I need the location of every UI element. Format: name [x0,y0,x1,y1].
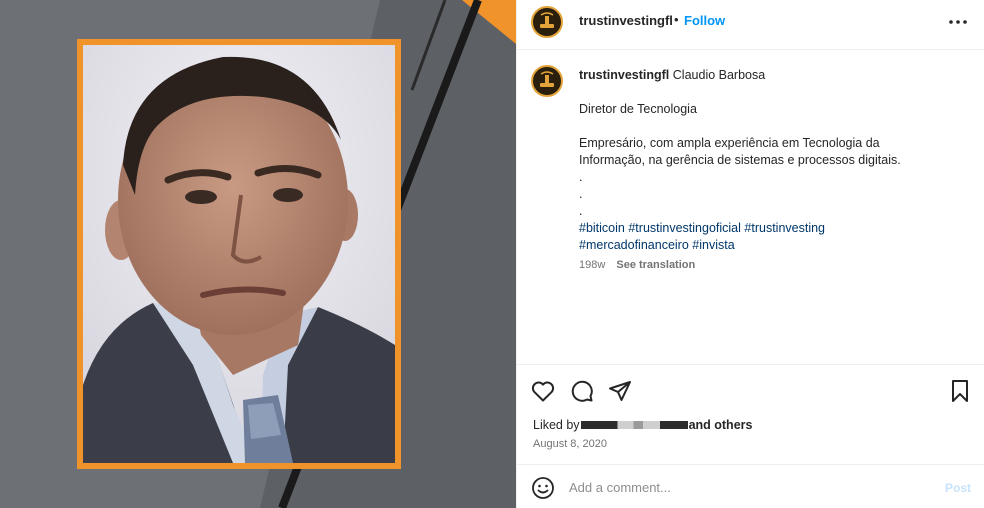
post-age[interactable]: 198w [579,259,605,271]
caption-role: Diretor de Tecnologia [579,102,697,116]
follow-button[interactable]: Follow [684,13,725,28]
trust-logo-icon [535,10,559,34]
comment-bubble-icon[interactable] [569,378,595,404]
hashtag-link[interactable]: #trustinvestingoficial [628,221,741,235]
portrait-photo [83,45,395,463]
liked-by-prefix: Liked by [533,418,580,432]
caption-body-line1: Empresário, com ampla experiência em Tec… [579,136,880,150]
trust-logo-icon [535,69,559,93]
post-comment-button[interactable]: Post [945,481,971,495]
bookmark-icon[interactable] [947,378,973,404]
emoji-smile-icon[interactable] [531,476,555,500]
post-image[interactable] [0,0,516,508]
more-options-icon[interactable] [947,11,969,33]
caption-meta: 198w See translation [579,259,695,271]
caption-section: trustinvestingfl Claudio Barbosa Diretor… [517,50,984,364]
caption-name: Claudio Barbosa [672,68,766,82]
caption-dot: . [579,170,583,184]
caption-text: trustinvestingfl Claudio Barbosa Diretor… [579,67,929,254]
heart-icon[interactable] [530,378,556,404]
liked-by-others-link[interactable]: and others [689,418,753,432]
see-translation-button[interactable]: See translation [616,259,695,271]
action-bar: Liked by and others August 8, 2020 [517,364,984,464]
comment-box: Post [517,464,984,508]
caption-body-line2: Informação, na gerência de sistemas e pr… [579,153,901,167]
post-side-panel: trustinvestingfl • Follow trustinvesting… [516,0,984,508]
post-date[interactable]: August 8, 2020 [533,438,607,450]
redacted-username [580,420,688,429]
caption-dot: . [579,187,583,201]
paper-plane-icon[interactable] [607,378,633,404]
likes-summary: Liked by and others [533,418,752,432]
caption-username[interactable]: trustinvestingfl [579,68,669,82]
hashtag-link[interactable]: #invista [692,238,734,252]
hashtag-link[interactable]: #mercadofinanceiro [579,238,689,252]
caption-avatar[interactable] [531,65,563,97]
caption-dot: . [579,204,583,218]
hashtag-link[interactable]: #biticoin [579,221,625,235]
header-username[interactable]: trustinvestingfl [579,13,673,28]
separator-dot: • [674,12,679,27]
portrait-frame [77,39,401,469]
hashtag-link[interactable]: #trustinvesting [744,221,825,235]
post-header: trustinvestingfl • Follow [517,0,984,50]
comment-input[interactable] [569,475,919,499]
avatar[interactable] [531,6,563,38]
